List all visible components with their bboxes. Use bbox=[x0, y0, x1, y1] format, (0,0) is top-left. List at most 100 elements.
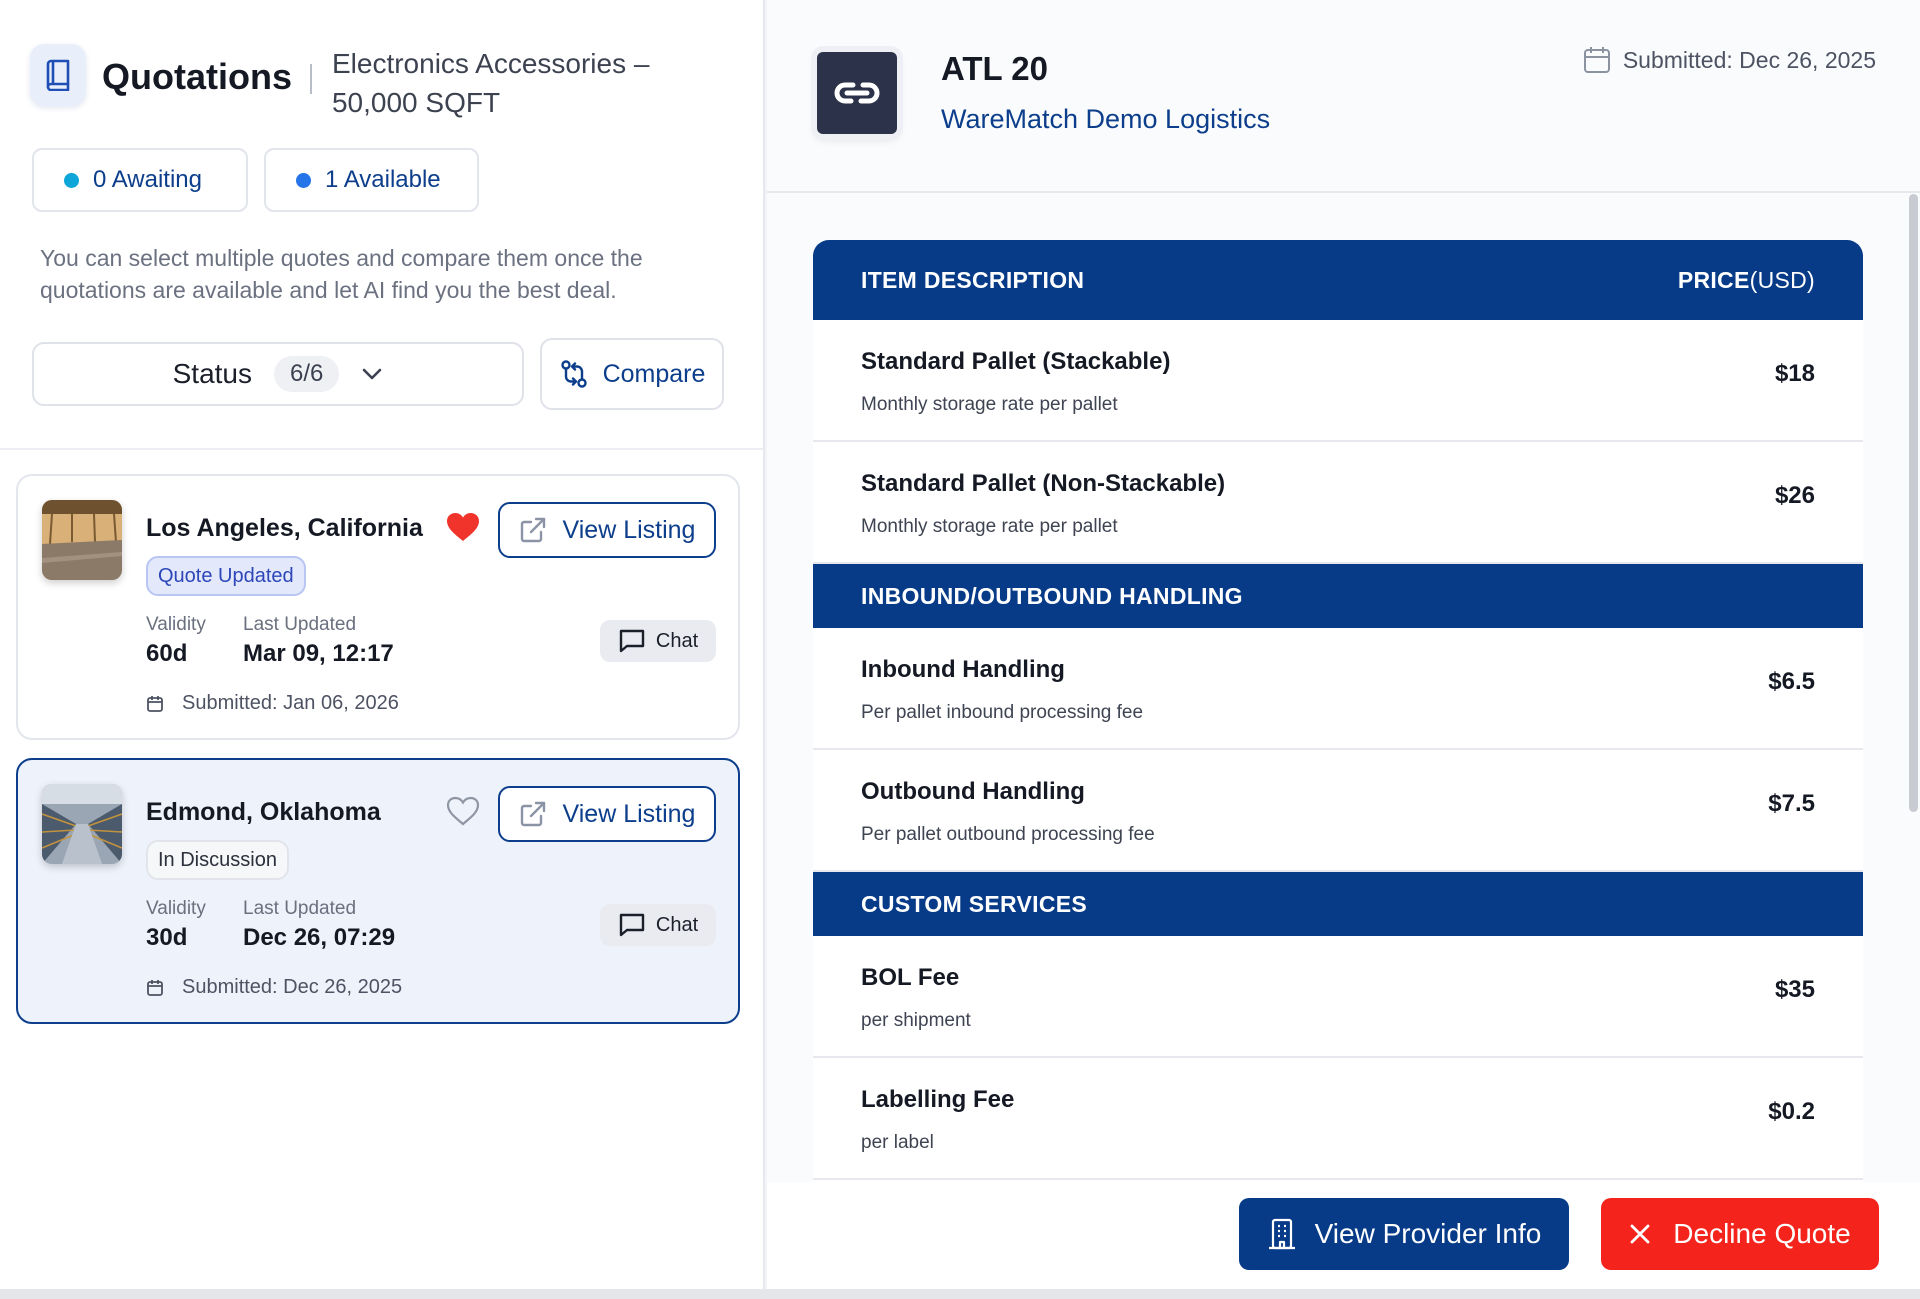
link-icon bbox=[834, 82, 880, 104]
chat-bubble-icon bbox=[619, 913, 645, 937]
quote-card[interactable]: Los Angeles, California View Listing Quo… bbox=[16, 474, 740, 740]
item-price: $18 bbox=[1774, 360, 1815, 387]
close-icon bbox=[1630, 1224, 1650, 1244]
compare-button[interactable]: Compare bbox=[540, 338, 724, 410]
status-badge: In Discussion bbox=[146, 840, 289, 880]
item-price: $0.2 bbox=[1768, 1098, 1815, 1125]
header-price: PRICE(USD) bbox=[1677, 266, 1815, 293]
chat-bubble-icon bbox=[619, 629, 645, 653]
title-divider bbox=[309, 64, 312, 94]
table-row: BOL Fee per shipment $35 bbox=[813, 936, 1863, 1058]
awaiting-dot-icon bbox=[64, 172, 79, 188]
quote-detail-panel: ATL 20 WareMatch Demo Logistics Submitte… bbox=[767, 0, 1920, 1289]
external-link-icon bbox=[520, 517, 545, 543]
submitted-date: Submitted: Jan 06, 2026 bbox=[146, 692, 399, 715]
quotations-sidebar: Quotations Electronics Accessories – 50,… bbox=[0, 0, 765, 1289]
book-icon bbox=[30, 44, 86, 106]
window-bottom-edge bbox=[0, 1289, 1920, 1299]
warehouse-thumbnail bbox=[42, 784, 122, 864]
item-name: BOL Fee bbox=[861, 964, 960, 991]
last-updated-value: Mar 09, 12:17 bbox=[243, 640, 394, 667]
building-icon bbox=[1268, 1218, 1295, 1250]
item-price: $6.5 bbox=[1768, 668, 1815, 695]
item-name: Inbound Handling bbox=[861, 656, 1065, 683]
view-provider-info-label: View Provider Info bbox=[1314, 1218, 1542, 1249]
provider-company-link[interactable]: WareMatch Demo Logistics bbox=[941, 104, 1270, 135]
status-filter-dropdown[interactable]: Status 6/6 bbox=[32, 342, 524, 406]
warehouse-thumbnail bbox=[42, 500, 122, 580]
quote-location: Los Angeles, California bbox=[146, 514, 423, 542]
price-table: ITEM DESCRIPTION PRICE(USD) Standard Pal… bbox=[813, 240, 1863, 1182]
provider-logo bbox=[817, 52, 897, 134]
decline-quote-button[interactable]: Decline Quote bbox=[1601, 1198, 1879, 1270]
item-name: Labelling Fee bbox=[861, 1086, 1015, 1113]
item-price: $35 bbox=[1774, 976, 1815, 1003]
compare-label: Compare bbox=[602, 359, 706, 388]
item-price: $7.5 bbox=[1768, 790, 1815, 817]
item-name: Standard Pallet (Non-Stackable) bbox=[861, 470, 1226, 497]
item-price: $26 bbox=[1774, 482, 1815, 509]
chat-label: Chat bbox=[655, 913, 699, 936]
chat-label: Chat bbox=[655, 629, 699, 652]
decline-quote-label: Decline Quote bbox=[1673, 1218, 1851, 1249]
calendar-icon bbox=[147, 979, 163, 996]
action-footer: View Provider Info Decline Quote bbox=[767, 1182, 1920, 1289]
detail-submitted-text: Submitted: Dec 26, 2025 bbox=[1622, 46, 1876, 73]
item-description: Monthly storage rate per pallet bbox=[861, 516, 1118, 537]
request-subtitle: Electronics Accessories – 50,000 SQFT bbox=[331, 48, 650, 118]
table-row: Outbound Handling Per pallet outbound pr… bbox=[813, 750, 1863, 872]
detail-submitted-date: Submitted: Dec 26, 2025 bbox=[1583, 46, 1876, 74]
available-dot-icon bbox=[296, 172, 311, 188]
chevron-down-icon bbox=[361, 367, 383, 381]
calendar-icon bbox=[1583, 47, 1610, 73]
item-description: Per pallet outbound processing fee bbox=[861, 824, 1155, 845]
section-header: INBOUND/OUTBOUND HANDLING bbox=[813, 564, 1863, 628]
awaiting-label: 0 Awaiting bbox=[93, 166, 202, 193]
page-title: Quotations bbox=[102, 56, 292, 97]
item-name: Outbound Handling bbox=[861, 778, 1085, 805]
chat-button[interactable]: Chat bbox=[600, 620, 716, 662]
validity-label: Validity bbox=[146, 898, 206, 919]
available-label: 1 Available bbox=[325, 166, 441, 193]
item-description: Monthly storage rate per pallet bbox=[861, 394, 1118, 415]
validity-label: Validity bbox=[146, 614, 206, 635]
provider-name: ATL 20 bbox=[941, 50, 1048, 87]
header-item-description: ITEM DESCRIPTION bbox=[861, 266, 1085, 293]
submitted-text: Submitted: Jan 06, 2026 bbox=[182, 692, 399, 714]
table-row: Inbound Handling Per pallet inbound proc… bbox=[813, 628, 1863, 750]
submitted-date: Submitted: Dec 26, 2025 bbox=[146, 976, 402, 999]
awaiting-filter-pill[interactable]: 0 Awaiting bbox=[32, 148, 248, 212]
view-listing-button[interactable]: View Listing bbox=[498, 786, 716, 842]
available-filter-pill[interactable]: 1 Available bbox=[264, 148, 479, 212]
quote-card[interactable]: Edmond, Oklahoma View Listing In Discuss… bbox=[16, 758, 740, 1024]
helper-text: You can select multiple quotes and compa… bbox=[40, 245, 643, 303]
view-provider-info-button[interactable]: View Provider Info bbox=[1239, 1198, 1569, 1270]
calendar-icon bbox=[147, 695, 163, 712]
status-count-badge: 6/6 bbox=[274, 356, 340, 392]
table-row: Standard Pallet (Stackable) Monthly stor… bbox=[813, 320, 1863, 442]
heart-filled-icon[interactable] bbox=[446, 512, 480, 547]
item-name: Standard Pallet (Stackable) bbox=[861, 348, 1171, 375]
item-description: Per pallet inbound processing fee bbox=[861, 702, 1144, 723]
status-badge: Quote Updated bbox=[146, 556, 306, 596]
submitted-text: Submitted: Dec 26, 2025 bbox=[182, 976, 403, 998]
view-listing-label: View Listing bbox=[562, 799, 696, 828]
last-updated-label: Last Updated bbox=[243, 614, 357, 635]
sidebar-header: Quotations Electronics Accessories – 50,… bbox=[30, 44, 692, 122]
last-updated-value: Dec 26, 07:29 bbox=[243, 924, 396, 951]
validity-value: 30d bbox=[146, 924, 188, 951]
item-description: per shipment bbox=[861, 1010, 971, 1031]
section-header: CUSTOM SERVICES bbox=[813, 872, 1863, 936]
external-link-icon bbox=[520, 801, 545, 827]
sidebar-divider bbox=[0, 448, 763, 450]
chat-button[interactable]: Chat bbox=[600, 904, 716, 946]
provider-header: ATL 20 WareMatch Demo Logistics Submitte… bbox=[767, 0, 1920, 193]
scrollbar-thumb[interactable] bbox=[1909, 194, 1918, 812]
table-row: Labelling Fee per label $0.2 bbox=[813, 1058, 1863, 1180]
compare-icon bbox=[560, 360, 587, 388]
status-label: Status bbox=[172, 358, 252, 389]
quote-location: Edmond, Oklahoma bbox=[146, 798, 381, 826]
table-row: Standard Pallet (Non-Stackable) Monthly … bbox=[813, 442, 1863, 564]
view-listing-button[interactable]: View Listing bbox=[498, 502, 716, 558]
heart-outline-icon[interactable] bbox=[446, 796, 480, 831]
